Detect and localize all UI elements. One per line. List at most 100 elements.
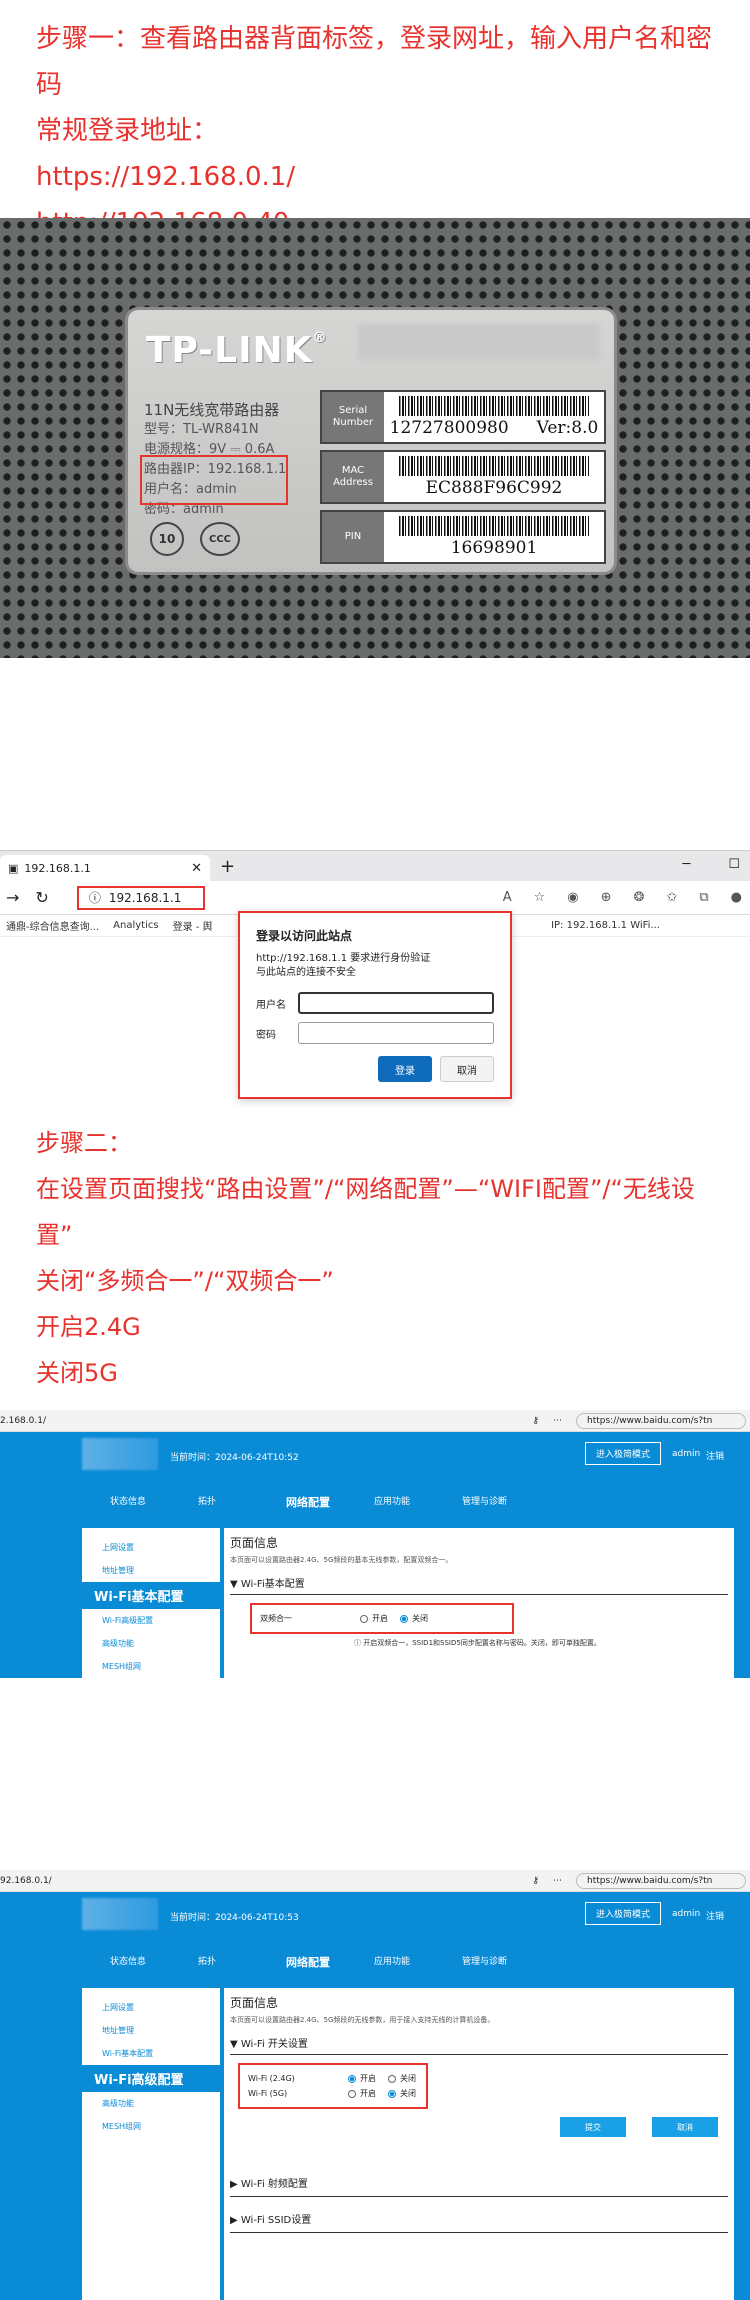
wifi5-label: Wi-Fi (5G) [248, 2089, 288, 2098]
dialog-buttons: 登录 取消 [256, 1056, 494, 1082]
ssid-section[interactable]: ▶ Wi-Fi SSID设置 [230, 2197, 728, 2233]
sidebar-item[interactable]: 地址管理 [82, 1559, 220, 1582]
sidebar-item[interactable]: 高级功能 [82, 1632, 220, 1655]
wifi5-row: Wi-Fi (5G) 开启 关闭 [248, 2089, 416, 2098]
password-input[interactable] [298, 1022, 494, 1044]
sidebar-item[interactable]: Wi-Fi高级配置 [82, 1609, 220, 1632]
username-input[interactable] [298, 992, 494, 1014]
fav-item[interactable]: IP: 192.168.1.1 WiFi... [551, 920, 660, 931]
sidebar-item-active[interactable]: Wi-Fi基本配置 [82, 1582, 220, 1609]
nav-apps[interactable]: 应用功能 [374, 1494, 462, 1510]
favorites-list-icon[interactable]: ✩ [666, 890, 677, 905]
admin-sidebar: 上网设置 地址管理 Wi-Fi基本配置 Wi-Fi高级配置 高级功能 MESH组… [82, 1528, 220, 1678]
collections-icon[interactable]: ⧉ [699, 890, 708, 905]
download-icon[interactable]: ⊕ [601, 890, 612, 905]
wifi5-off-radio[interactable] [388, 2089, 396, 2098]
dual-band-on-radio[interactable] [360, 1614, 368, 1623]
submit-button[interactable]: 提交 [560, 2117, 626, 2137]
wifi24-on-radio[interactable] [348, 2074, 356, 2083]
search-field[interactable]: https://www.baidu.com/s?tn [576, 1412, 746, 1429]
serial-barcode [399, 396, 589, 416]
login-button[interactable]: 登录 [378, 1056, 432, 1082]
logout-link[interactable]: 注销 [706, 1449, 724, 1462]
sidebar-item[interactable]: 上网设置 [82, 1996, 220, 2019]
maximize-icon[interactable]: ☐ [728, 857, 740, 872]
section-header[interactable]: ▼ Wi-Fi基本配置 [230, 1575, 728, 1595]
page-desc: 本页面可以设置路由器2.4G、5G频段的无线参数，用于接入支持无线的计算机设备。 [230, 2016, 495, 2024]
admin-header: 当前时间：2024-06-24T10:52 进入极简模式 admin 注销 状态… [0, 1432, 750, 1528]
browser-window: ▣ 192.168.1.1 ✕ + ─ ☐ → ↻ ⓘ 192.168.1.1 … [0, 850, 750, 1118]
key-icon[interactable]: ⚷ [532, 1876, 539, 1886]
read-aloud-icon[interactable]: A [503, 890, 512, 905]
favorite-icon[interactable]: ☆ [534, 890, 546, 905]
admin-body: 上网设置 地址管理 Wi-Fi基本配置 Wi-Fi高级配置 高级功能 MESH组… [0, 1528, 750, 1678]
wifi5-on-radio[interactable] [348, 2089, 356, 2098]
section-header[interactable]: ▼ Wi-Fi 开关设置 [230, 2035, 728, 2055]
mac-value: EC888F96C992 [425, 478, 563, 498]
nav-network-config[interactable]: 网络配置 [286, 1494, 374, 1510]
admin-screen-advanced: 92.168.0.1/ ⚷ ⋯ https://www.baidu.com/s?tn… [0, 1870, 750, 2300]
simple-mode-button[interactable]: 进入极简模式 [585, 1442, 662, 1465]
blurred-logo [82, 1898, 158, 1930]
sidebar-item[interactable]: Wi-Fi基本配置 [82, 2042, 220, 2065]
nav-status[interactable]: 状态信息 [110, 1954, 198, 1970]
login-dialog: 登录以访问此站点 http://192.168.1.1 要求进行身份验证 与此站… [238, 911, 512, 1099]
browser-tab[interactable]: ▣ 192.168.1.1 ✕ [0, 855, 210, 881]
nav-topology[interactable]: 拓扑 [198, 1954, 286, 1970]
favicon-icon: ▣ [8, 861, 19, 875]
close-tab-icon[interactable]: ✕ [191, 861, 202, 876]
cancel-button[interactable]: 取消 [652, 2117, 718, 2137]
sidebar-item[interactable]: 高级功能 [82, 2092, 220, 2115]
sidebar-item[interactable]: MESH组网 [82, 2115, 220, 2138]
url-text: 192.168.1.1 [108, 890, 182, 905]
nav-network-config[interactable]: 网络配置 [286, 1954, 374, 1970]
fav-item[interactable]: Analytics [113, 920, 158, 931]
cancel-button[interactable]: 取消 [440, 1056, 494, 1082]
nav-status[interactable]: 状态信息 [110, 1494, 198, 1510]
dialog-title: 登录以访问此站点 [256, 929, 353, 943]
minimize-icon[interactable]: ─ [683, 857, 691, 872]
admin-url[interactable]: 2.168.0.1/ [0, 1416, 46, 1426]
simple-mode-button[interactable]: 进入极简模式 [585, 1902, 662, 1925]
tab-title: 192.168.1.1 [24, 861, 91, 875]
step2-line1: 在设置页面搜找“路由设置”/“网络配置”—“WIFI配置”/“无线设置” [36, 1175, 695, 1249]
pin-row: PIN 16698901 [320, 510, 606, 564]
form-actions: 提交 取消 [230, 2117, 718, 2137]
nav-manage[interactable]: 管理与诊断 [462, 1494, 550, 1510]
key-icon[interactable]: ⚷ [532, 1416, 539, 1426]
toolbar-icons: A ☆ ◉ ⊕ ❂ ✩ ⧉ ● [503, 890, 742, 905]
rf-config-section[interactable]: ▶ Wi-Fi 射频配置 [230, 2161, 728, 2197]
password-row: 密码 [256, 1022, 494, 1044]
fav-item[interactable]: 通鼎-综合信息查询... [6, 918, 99, 933]
reload-icon[interactable]: ↻ [35, 888, 48, 907]
dual-band-off-radio[interactable] [400, 1614, 408, 1623]
sidebar-item[interactable]: 地址管理 [82, 2019, 220, 2042]
profile-icon[interactable]: ● [731, 890, 742, 905]
admin-body: 上网设置 地址管理 Wi-Fi基本配置 Wi-Fi高级配置 高级功能 MESH组… [0, 1988, 750, 2300]
sidebar-item-active[interactable]: Wi-Fi高级配置 [82, 2065, 220, 2092]
new-tab-icon[interactable]: + [220, 856, 235, 877]
dual-band-row: 双频合一 开启 关闭 [260, 1614, 428, 1623]
nav-apps[interactable]: 应用功能 [374, 1954, 462, 1970]
sync-icon[interactable]: ❂ [634, 890, 645, 905]
nav-manage[interactable]: 管理与诊断 [462, 1954, 550, 1970]
search-field[interactable]: https://www.baidu.com/s?tn [576, 1872, 746, 1889]
sidebar-item[interactable]: 上网设置 [82, 1536, 220, 1559]
admin-nav: 状态信息 拓扑 网络配置 应用功能 管理与诊断 [110, 1494, 550, 1510]
sidebar-item[interactable]: MESH组网 [82, 1655, 220, 1678]
wifi24-off-radio[interactable] [388, 2074, 396, 2083]
more-icon[interactable]: ⋯ [553, 1416, 562, 1426]
serial-value: 12727800980 [389, 418, 509, 438]
extension-icon[interactable]: ◉ [567, 890, 578, 905]
back-icon[interactable]: → [6, 888, 19, 907]
nav-topology[interactable]: 拓扑 [198, 1494, 286, 1510]
tplink-logo: TP-LINK® [146, 330, 328, 371]
more-icon[interactable]: ⋯ [553, 1876, 562, 1886]
model: 型号：TL-WR841N [144, 422, 259, 437]
admin-url[interactable]: 92.168.0.1/ [0, 1876, 52, 1886]
url-field[interactable]: ⓘ 192.168.1.1 [76, 885, 205, 910]
logout-link[interactable]: 注销 [706, 1909, 724, 1922]
mac-label: MAC Address [322, 452, 384, 502]
fav-item[interactable]: 登录 - 舆 [173, 918, 213, 933]
wifi24-row: Wi-Fi (2.4G) 开启 关闭 [248, 2074, 416, 2083]
